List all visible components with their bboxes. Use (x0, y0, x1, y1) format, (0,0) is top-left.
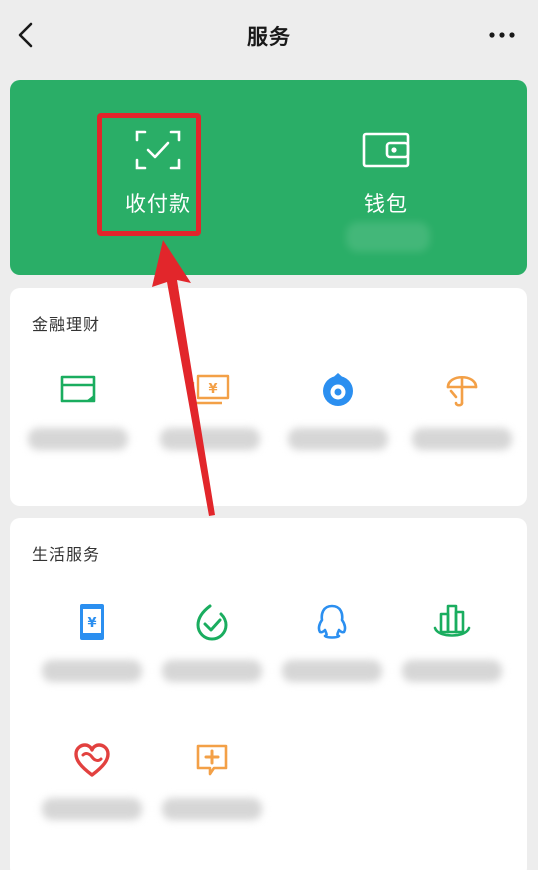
service-item-phone-recharge[interactable]: ¥ (32, 602, 152, 712)
life-services-section: 生活服务 ¥ (10, 518, 527, 870)
fund-icon (323, 373, 353, 406)
highlight-box (97, 113, 201, 236)
money-icon: ¥ (191, 374, 230, 405)
finance-section: 金融理财 ¥ (10, 288, 527, 506)
service-item-qq[interactable] (272, 602, 392, 712)
service-label-blurred (282, 660, 382, 682)
service-item-insurance[interactable] (402, 370, 522, 480)
utilities-icon (196, 604, 228, 641)
insurance-icon (446, 375, 478, 407)
service-item-money[interactable]: ¥ (150, 370, 270, 480)
wallet-label: 钱包 (364, 192, 408, 216)
service-label-blurred (28, 428, 128, 450)
service-item-fund[interactable] (278, 370, 398, 480)
service-label-blurred (288, 428, 388, 450)
more-icon[interactable] (488, 28, 516, 42)
service-item-healthcare[interactable] (152, 740, 272, 850)
service-item-city[interactable] (392, 602, 512, 712)
service-label-blurred (162, 798, 262, 820)
qq-icon (317, 604, 347, 639)
service-label-blurred (42, 798, 142, 820)
life-section-title: 生活服务 (32, 545, 101, 564)
city-icon (433, 604, 471, 637)
nav-bar: 服务 (0, 0, 538, 72)
healthcare-icon (196, 744, 228, 776)
service-label-blurred (42, 660, 142, 682)
back-icon[interactable] (14, 20, 40, 50)
service-item-charity[interactable] (32, 740, 152, 850)
page-title: 服务 (247, 25, 291, 49)
phone-recharge-icon: ¥ (80, 604, 104, 640)
service-label-blurred (160, 428, 260, 450)
wallet-balance-blurred (346, 222, 430, 252)
charity-icon (74, 743, 110, 777)
finance-section-title: 金融理财 (32, 315, 101, 334)
service-item-card[interactable] (18, 370, 138, 480)
wallet-icon (362, 132, 410, 168)
service-item-utilities[interactable] (152, 602, 272, 712)
svg-text:¥: ¥ (208, 382, 217, 397)
service-label-blurred (162, 660, 262, 682)
payments-card: 收付款 钱包 (10, 80, 527, 275)
card-icon (60, 375, 96, 403)
service-label-blurred (412, 428, 512, 450)
svg-text:¥: ¥ (87, 616, 96, 631)
service-label-blurred (402, 660, 502, 682)
